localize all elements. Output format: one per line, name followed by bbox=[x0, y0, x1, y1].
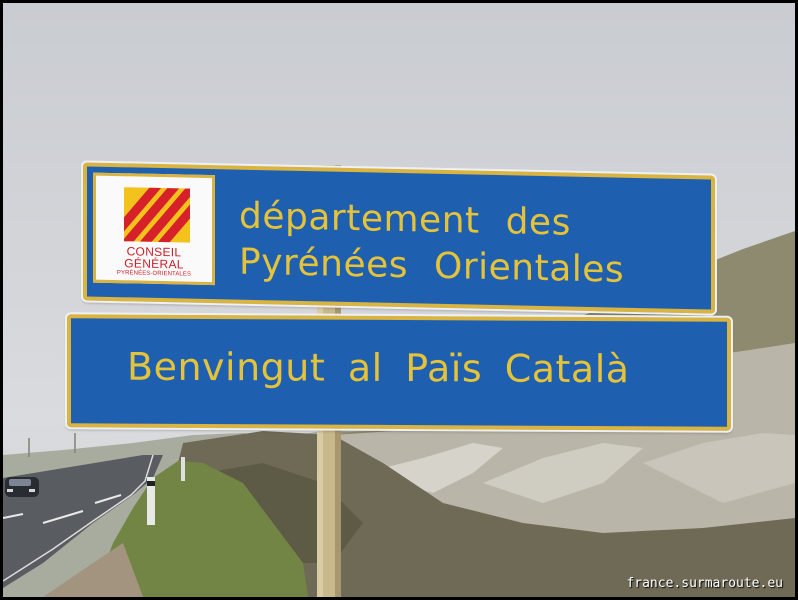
car bbox=[5, 477, 39, 497]
logo-text-region: PYRÉNÉES-ORIENTALES bbox=[116, 270, 192, 278]
sign-text-pyrenees: Pyrénées Orientales bbox=[239, 241, 625, 291]
welcome-sign: Benvingut al Païs Català bbox=[65, 312, 733, 433]
department-sign: CONSEIL GÉNÉRAL PYRÉNÉES-ORIENTALES dépa… bbox=[81, 160, 717, 316]
photo-frame: CONSEIL GÉNÉRAL PYRÉNÉES-ORIENTALES dépa… bbox=[3, 3, 795, 597]
watermark-text: france.surmaroute.eu bbox=[626, 576, 783, 591]
conseil-general-logo: CONSEIL GÉNÉRAL PYRÉNÉES-ORIENTALES bbox=[93, 172, 215, 286]
sign-text-benvingut: Benvingut al Païs Català bbox=[127, 344, 630, 392]
sign-text-departement: département des bbox=[239, 195, 571, 244]
catalan-stripes-emblem bbox=[124, 187, 190, 243]
